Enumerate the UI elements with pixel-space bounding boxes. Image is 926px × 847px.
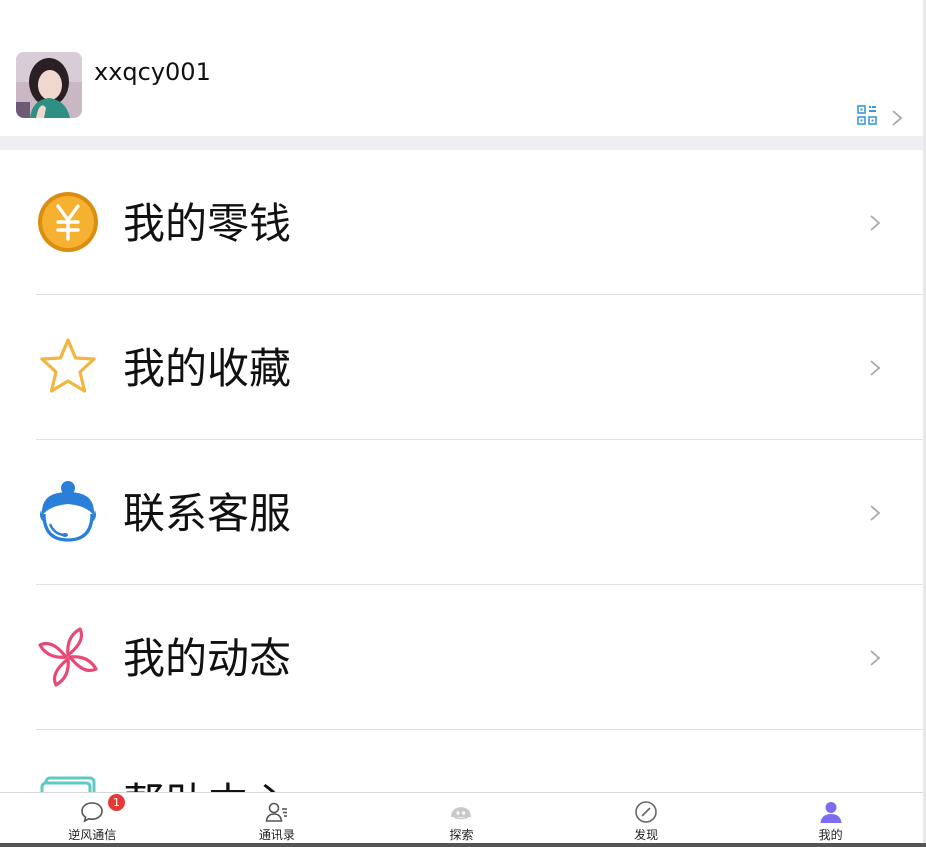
tab-discover[interactable]: 发现 [554, 793, 739, 843]
compass-icon [635, 801, 657, 823]
menu-item-label: 我的动态 [123, 634, 292, 683]
pinwheel-icon [38, 627, 98, 687]
avatar[interactable] [16, 52, 82, 118]
menu-item-label: 我的零钱 [123, 199, 292, 248]
tab-messages[interactable]: 1 逆风通信 [0, 793, 185, 843]
chevron-right-icon[interactable] [890, 108, 904, 128]
explore-cloud-icon [451, 807, 472, 820]
chevron-right-icon [870, 215, 881, 231]
tab-label: 我的 [818, 828, 843, 842]
tab-explore[interactable]: 探索 [369, 793, 554, 843]
chat-bubble-icon [81, 802, 104, 823]
menu-item-label: 我的收藏 [123, 344, 292, 393]
section-divider [0, 136, 923, 150]
unread-badge: 1 [108, 794, 125, 811]
chevron-right-icon [870, 505, 881, 521]
menu-item-label: 联系客服 [123, 489, 292, 538]
tab-label: 逆风通信 [68, 828, 117, 842]
contacts-icon [265, 802, 287, 822]
menu-item-wallet[interactable]: 我的零钱 [0, 150, 923, 295]
user-profile-icon [820, 802, 842, 823]
chevron-right-icon [870, 360, 881, 376]
menu-item-favorites[interactable]: 我的收藏 [0, 295, 923, 440]
tab-label: 发现 [634, 828, 659, 842]
qr-code-icon[interactable] [857, 105, 877, 125]
tab-label: 探索 [449, 828, 474, 842]
tab-label: 通讯录 [258, 828, 295, 842]
menu-item-customer-service[interactable]: 联系客服 [0, 440, 923, 585]
username: xxqcy001 [94, 58, 211, 86]
bottom-tab-bar: 1 逆风通信 通讯录 探索 发现 我的 [0, 792, 923, 843]
menu-item-moments[interactable]: 我的动态 [0, 585, 923, 730]
window-bottom-border [0, 843, 926, 847]
menu-list: 我的零钱 我的收藏 联系客服 我的动态 [0, 150, 923, 847]
star-icon [40, 338, 96, 393]
tab-contacts[interactable]: 通讯录 [185, 793, 370, 843]
profile-header[interactable]: xxqcy001 [0, 0, 923, 136]
yuan-coin-icon [38, 192, 98, 252]
chevron-right-icon [870, 650, 881, 666]
tab-me[interactable]: 我的 [738, 793, 923, 843]
customer-service-icon [40, 481, 96, 542]
